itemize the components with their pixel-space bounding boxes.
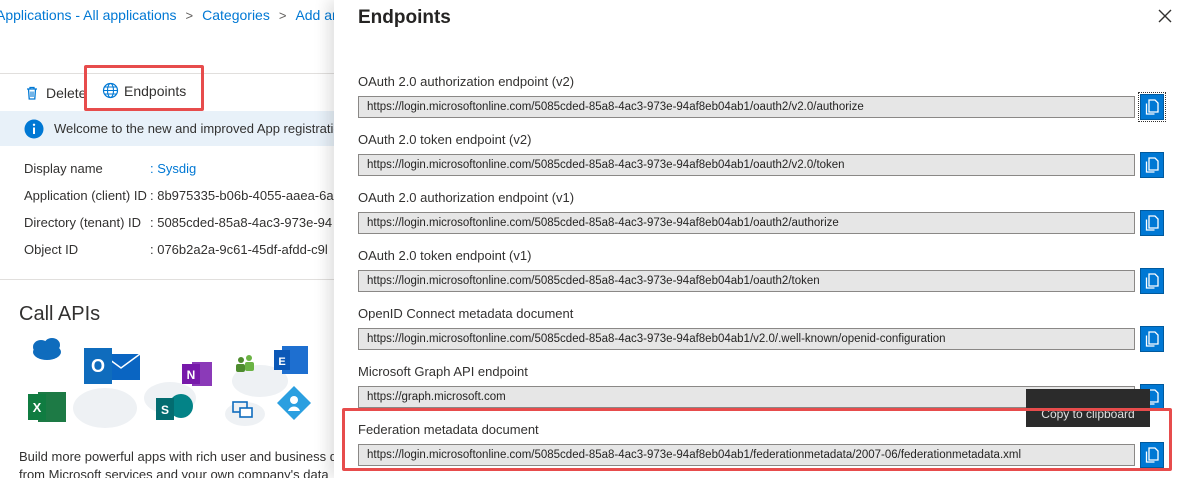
- property-row: Display name : Sysdig: [24, 155, 334, 182]
- endpoint-label: OAuth 2.0 token endpoint (v2): [358, 132, 532, 147]
- endpoint-label: OpenID Connect metadata document: [358, 306, 574, 321]
- trash-icon: [24, 85, 40, 101]
- copy-button[interactable]: [1140, 326, 1164, 352]
- copy-icon: [1145, 99, 1159, 115]
- endpoint-item: OAuth 2.0 authorization endpoint (v2) ht…: [358, 73, 1168, 122]
- endpoint-label: OAuth 2.0 token endpoint (v1): [358, 248, 532, 263]
- svg-text:E: E: [278, 356, 285, 368]
- info-icon: [24, 119, 44, 139]
- endpoint-label: OAuth 2.0 authorization endpoint (v2): [358, 74, 575, 89]
- copy-icon: [1145, 215, 1159, 231]
- close-button[interactable]: [1155, 6, 1175, 26]
- property-row: Object ID : 076b2a2a-9c61-45df-afdd-c9l: [24, 236, 334, 263]
- outlook-icon: O: [84, 348, 141, 384]
- copy-button[interactable]: [1140, 268, 1164, 294]
- delete-label: Delete: [46, 85, 87, 101]
- exchange-icon: E: [274, 346, 308, 374]
- endpoints-panel: Endpoints OAuth 2.0 authorization endpoi…: [334, 0, 1183, 478]
- endpoint-row: https://login.microsoftonline.com/5085cd…: [358, 268, 1168, 294]
- app-overview-page: Applications - All applications > Categori…: [0, 0, 345, 478]
- azure-ad-icon: [277, 386, 311, 420]
- endpoint-row: https://login.microsoftonline.com/5085cd…: [358, 152, 1168, 178]
- endpoint-label: OAuth 2.0 authorization endpoint (v1): [358, 190, 575, 205]
- svg-text:N: N: [187, 368, 196, 382]
- excel-icon: X: [28, 392, 66, 422]
- highlight-box: [342, 408, 1172, 471]
- client-id-value: : 8b975335-b06b-4055-aaea-6a: [150, 188, 334, 203]
- breadcrumb-item-all-applications[interactable]: Applications - All applications: [0, 7, 177, 23]
- people-icon: [236, 355, 254, 372]
- endpoint-row: https://login.microsoftonline.com/5085cd…: [358, 210, 1168, 236]
- service-icons-illustration: O N E X S: [20, 336, 320, 436]
- panel-title: Endpoints: [358, 7, 451, 28]
- object-id-value: : 076b2a2a-9c61-45df-afdd-c9l: [150, 242, 328, 257]
- endpoint-row: https://login.microsoftonline.com/5085cd…: [358, 92, 1168, 122]
- tenant-id-value: : 5085cded-85a8-4ac3-973e-94: [150, 215, 333, 230]
- endpoint-row: https://login.microsoftonline.com/5085cd…: [358, 326, 1168, 352]
- call-apis-description: Build more powerful apps with rich user …: [19, 448, 339, 478]
- copy-icon: [1145, 273, 1159, 289]
- copy-button[interactable]: [1140, 210, 1164, 236]
- copy-icon: [1145, 331, 1159, 347]
- endpoint-url-field[interactable]: https://graph.microsoft.com: [358, 386, 1135, 408]
- property-label: Display name: [24, 161, 103, 176]
- highlight-box: [84, 65, 204, 111]
- endpoint-url-field[interactable]: https://login.microsoftonline.com/5085cd…: [358, 96, 1135, 118]
- cloud-icon: [33, 338, 61, 360]
- breadcrumb-item-categories[interactable]: Categories: [202, 7, 270, 23]
- endpoint-item: OAuth 2.0 authorization endpoint (v1) ht…: [358, 189, 1168, 236]
- close-icon: [1158, 9, 1172, 23]
- delete-button[interactable]: Delete: [24, 85, 86, 101]
- display-name-value[interactable]: : Sysdig: [150, 161, 196, 176]
- property-label: Object ID: [24, 242, 79, 257]
- info-banner-text: Welcome to the new and improved App regi…: [54, 121, 345, 136]
- app-registration-screen: Applications - All applications > Categori…: [0, 0, 1183, 478]
- divider: [0, 279, 345, 280]
- svg-text:S: S: [161, 403, 169, 417]
- svg-text:O: O: [91, 356, 105, 376]
- onenote-icon: N: [182, 362, 212, 386]
- endpoint-url-field[interactable]: https://login.microsoftonline.com/5085cd…: [358, 212, 1135, 234]
- call-apis-title: Call APIs: [19, 303, 101, 325]
- property-label: Application (client) ID: [24, 188, 147, 203]
- endpoint-url-field[interactable]: https://login.microsoftonline.com/5085cd…: [358, 154, 1135, 176]
- svg-text:X: X: [33, 400, 42, 415]
- copy-button[interactable]: [1140, 152, 1164, 178]
- copy-icon: [1145, 157, 1159, 173]
- property-row: Application (client) ID : 8b975335-b06b-…: [24, 182, 334, 209]
- endpoint-url-field[interactable]: https://login.microsoftonline.com/5085cd…: [358, 270, 1135, 292]
- endpoint-item: OAuth 2.0 token endpoint (v2) https://lo…: [358, 131, 1168, 178]
- breadcrumb: Applications - All applications > Categori…: [0, 7, 345, 23]
- description-line: Build more powerful apps with rich user …: [19, 449, 337, 464]
- command-bar: Delete: [24, 82, 86, 104]
- info-banner: Welcome to the new and improved App regi…: [0, 111, 345, 146]
- breadcrumb-separator: >: [185, 8, 194, 23]
- property-row: Directory (tenant) ID : 5085cded-85a8-4a…: [24, 209, 334, 236]
- endpoint-url-field[interactable]: https://login.microsoftonline.com/5085cd…: [358, 328, 1135, 350]
- breadcrumb-separator: >: [278, 8, 287, 23]
- description-line: from Microsoft services and your own com…: [19, 467, 329, 478]
- endpoint-item: OpenID Connect metadata document https:/…: [358, 305, 1168, 352]
- copy-button[interactable]: [1138, 92, 1166, 122]
- app-properties: Display name : Sysdig Application (clien…: [24, 155, 334, 263]
- property-label: Directory (tenant) ID: [24, 215, 142, 230]
- endpoint-label: Microsoft Graph API endpoint: [358, 364, 528, 379]
- endpoint-item: OAuth 2.0 token endpoint (v1) https://lo…: [358, 247, 1168, 294]
